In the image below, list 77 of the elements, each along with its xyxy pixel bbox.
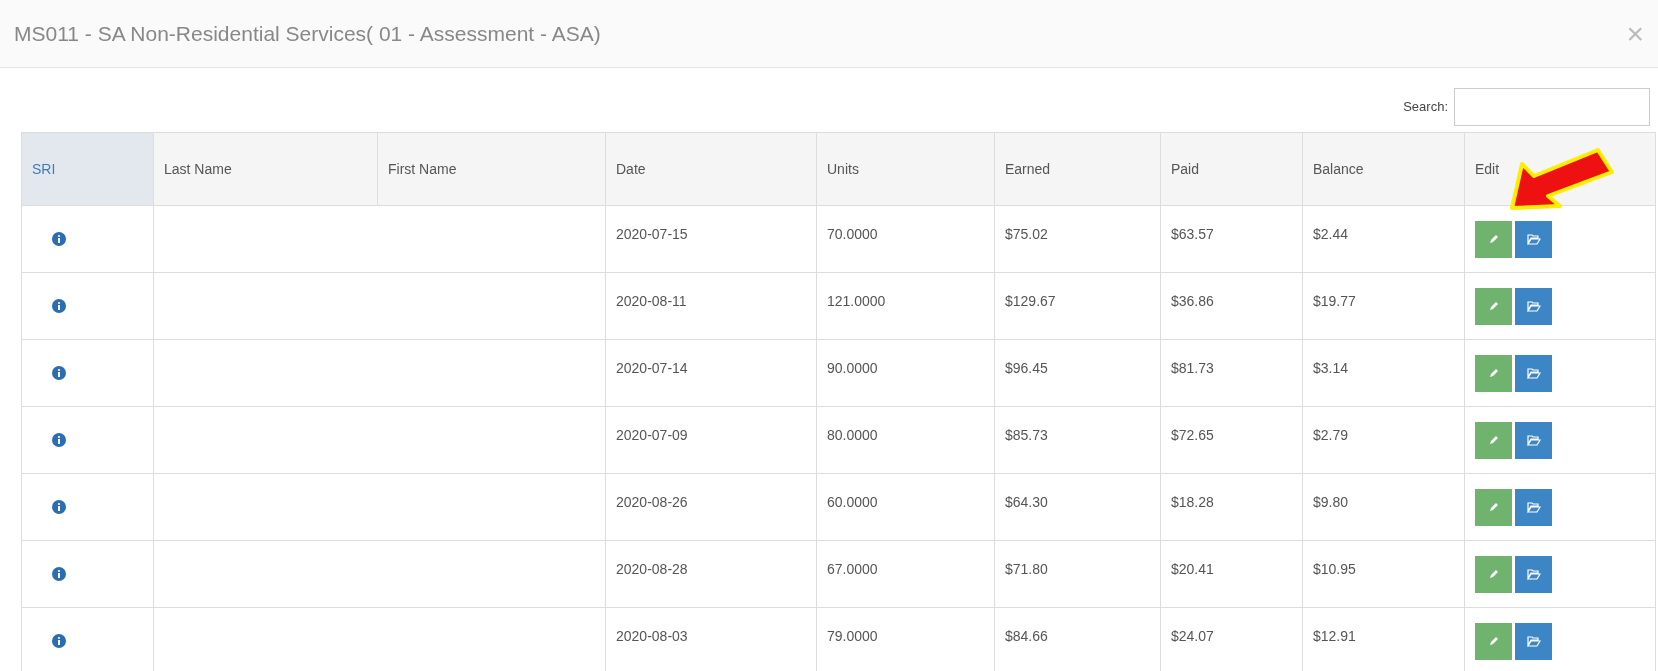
table-cell: $71.80 bbox=[994, 540, 1161, 608]
table-cell: 121.0000 bbox=[816, 272, 995, 340]
info-icon[interactable] bbox=[52, 232, 66, 246]
table-cell: 2020-08-26 bbox=[605, 473, 817, 541]
info-icon[interactable] bbox=[52, 500, 66, 514]
table-cell: 2020-08-11 bbox=[605, 272, 817, 340]
open-button[interactable] bbox=[1515, 421, 1552, 459]
table-cell: $63.57 bbox=[1160, 205, 1303, 273]
table-cell: 2020-08-28 bbox=[605, 540, 817, 608]
folder-icon bbox=[1526, 233, 1541, 245]
pencil-icon bbox=[1487, 300, 1500, 312]
table-cell: $81.73 bbox=[1160, 339, 1303, 407]
column-header[interactable]: Paid bbox=[1160, 132, 1303, 206]
folder-icon bbox=[1526, 568, 1541, 580]
info-icon[interactable] bbox=[52, 634, 66, 648]
folder-icon bbox=[1526, 367, 1541, 379]
search-field[interactable] bbox=[1454, 88, 1650, 126]
table-cell: $2.44 bbox=[1302, 205, 1465, 273]
edit-button[interactable] bbox=[1475, 488, 1512, 526]
table-cell: 60.0000 bbox=[816, 473, 995, 541]
pencil-icon bbox=[1487, 568, 1500, 580]
column-header[interactable]: First Name bbox=[377, 132, 606, 206]
column-header[interactable]: SRI bbox=[21, 132, 154, 206]
info-icon[interactable] bbox=[52, 433, 66, 447]
info-icon[interactable] bbox=[52, 299, 66, 313]
table-cell: $19.77 bbox=[1302, 272, 1465, 340]
table-cell: $36.86 bbox=[1160, 272, 1303, 340]
folder-icon bbox=[1526, 300, 1541, 312]
column-header[interactable]: Balance bbox=[1302, 132, 1465, 206]
folder-icon bbox=[1526, 501, 1541, 513]
open-button[interactable] bbox=[1515, 220, 1552, 258]
search-label: Search: bbox=[1403, 98, 1448, 117]
table-cell: $129.67 bbox=[994, 272, 1161, 340]
table-cell: 2020-07-09 bbox=[605, 406, 817, 474]
table-cell: 67.0000 bbox=[816, 540, 995, 608]
info-icon[interactable] bbox=[52, 567, 66, 581]
edit-button[interactable] bbox=[1475, 287, 1512, 325]
table-cell: 2020-08-03 bbox=[605, 607, 817, 671]
table-cell: $64.30 bbox=[994, 473, 1161, 541]
table-cell: 80.0000 bbox=[816, 406, 995, 474]
edit-button[interactable] bbox=[1475, 354, 1512, 392]
column-header[interactable]: Last Name bbox=[153, 132, 378, 206]
column-header[interactable]: Date bbox=[605, 132, 817, 206]
table-cell: $75.02 bbox=[994, 205, 1161, 273]
open-button[interactable] bbox=[1515, 622, 1552, 660]
column-header[interactable]: Units bbox=[816, 132, 995, 206]
pencil-icon bbox=[1487, 367, 1500, 379]
table-cell: 2020-07-14 bbox=[605, 339, 817, 407]
column-header[interactable]: Earned bbox=[994, 132, 1161, 206]
table-cell: $20.41 bbox=[1160, 540, 1303, 608]
folder-icon bbox=[1526, 434, 1541, 446]
open-button[interactable] bbox=[1515, 555, 1552, 593]
table-cell: 2020-07-15 bbox=[605, 205, 817, 273]
table-cell: $85.73 bbox=[994, 406, 1161, 474]
info-icon[interactable] bbox=[52, 366, 66, 380]
open-button[interactable] bbox=[1515, 287, 1552, 325]
edit-button[interactable] bbox=[1475, 220, 1512, 258]
pencil-icon bbox=[1487, 635, 1500, 647]
table-cell: $2.79 bbox=[1302, 406, 1465, 474]
table-cell: $72.65 bbox=[1160, 406, 1303, 474]
edit-button[interactable] bbox=[1475, 622, 1512, 660]
table-cell: 70.0000 bbox=[816, 205, 995, 273]
edit-button[interactable] bbox=[1475, 421, 1512, 459]
edit-button[interactable] bbox=[1475, 555, 1512, 593]
pencil-icon bbox=[1487, 233, 1500, 245]
table-cell: $3.14 bbox=[1302, 339, 1465, 407]
table-cell: $10.95 bbox=[1302, 540, 1465, 608]
table-cell: $96.45 bbox=[994, 339, 1161, 407]
open-button[interactable] bbox=[1515, 488, 1552, 526]
pencil-icon bbox=[1487, 434, 1500, 446]
table-cell: 90.0000 bbox=[816, 339, 995, 407]
pencil-icon bbox=[1487, 501, 1500, 513]
dialog-title: MS011 - SA Non-Residential Services( 01 - Assessment - ASA) bbox=[14, 20, 601, 47]
table-cell: $9.80 bbox=[1302, 473, 1465, 541]
folder-icon bbox=[1526, 635, 1541, 647]
open-button[interactable] bbox=[1515, 354, 1552, 392]
table-cell: $18.28 bbox=[1160, 473, 1303, 541]
